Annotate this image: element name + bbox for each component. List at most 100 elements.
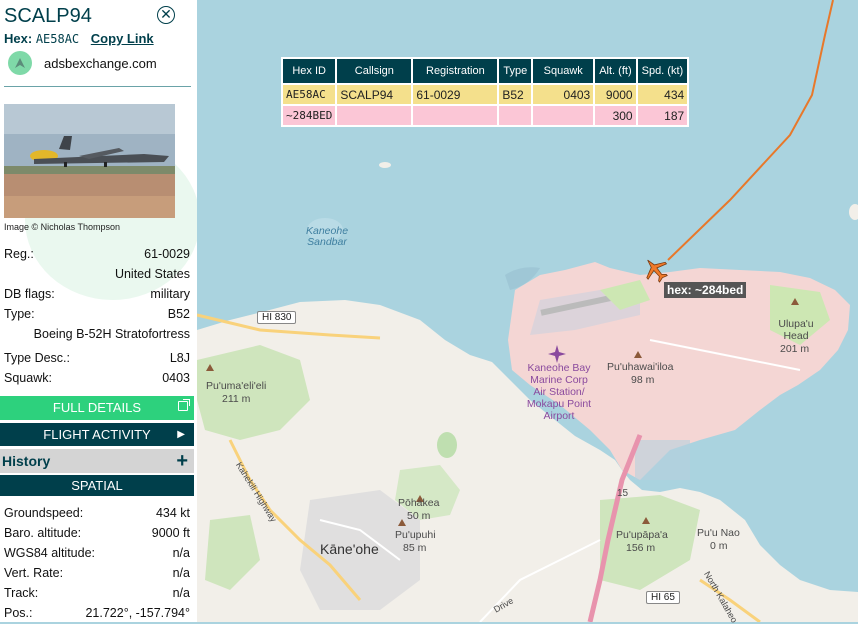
- detail-value: military: [150, 287, 190, 301]
- map-label-puunao: Pu'u Nao: [697, 527, 740, 539]
- spatial-wgs84-altitude: WGS84 altitude: n/a: [4, 546, 190, 560]
- road-shield-hi65: HI 65: [646, 591, 680, 604]
- map-label-kaneohe-sandbar: Kaneohe Sandbar: [306, 225, 349, 248]
- spatial-key: WGS84 altitude:: [4, 546, 96, 560]
- detail-key: Reg.:: [4, 247, 34, 261]
- detail-value: 61-0029: [144, 247, 190, 261]
- full-details-button[interactable]: FULL DETAILS: [0, 396, 194, 420]
- chevron-right-icon: ▶: [177, 429, 185, 440]
- spatial-position: Pos.: 21.722°, -157.794°: [4, 606, 190, 620]
- history-section-toggle[interactable]: History +: [0, 449, 194, 473]
- map-label-airport: Kaneohe Bay Marine Corp Air Station/ Mok…: [526, 362, 592, 422]
- spatial-value: n/a: [172, 546, 190, 560]
- header-altitude[interactable]: Alt. (ft): [593, 57, 638, 85]
- flight-activity-button[interactable]: FLIGHT ACTIVITY ▶: [0, 423, 194, 446]
- detail-db-flags: DB flags: military: [4, 287, 190, 301]
- detail-key: DB flags:: [4, 287, 55, 301]
- spatial-section-header[interactable]: SPATIAL: [0, 475, 194, 496]
- history-label: History: [2, 453, 51, 469]
- close-icon[interactable]: ✕: [157, 6, 175, 24]
- spatial-key: Baro. altitude:: [4, 526, 82, 540]
- cell-squawk: [531, 104, 596, 127]
- header-type[interactable]: Type: [497, 57, 534, 85]
- aircraft-marker-icon[interactable]: [641, 255, 671, 285]
- map-label-puumaelei-elev: 211 m: [222, 393, 251, 405]
- map-label-puumaelei: Pu'uma'eli'eli: [206, 380, 267, 392]
- cell-altitude: 300: [593, 104, 638, 127]
- cell-altitude: 9000: [593, 83, 638, 106]
- header-speed[interactable]: Spd. (kt): [635, 57, 690, 85]
- external-link-icon: [178, 399, 190, 411]
- header-registration[interactable]: Registration: [411, 57, 500, 85]
- detail-value: B52: [167, 307, 190, 321]
- header-hex-id[interactable]: Hex ID: [280, 57, 338, 85]
- aircraft-photo[interactable]: [4, 104, 175, 218]
- detail-type-desc: Type Desc.: L8J: [4, 351, 190, 365]
- cell-type: B52: [497, 83, 534, 106]
- map-label-ulupau: Ulupa'u Head: [778, 318, 814, 342]
- detail-squawk: Squawk: 0403: [4, 371, 190, 385]
- copy-link[interactable]: Copy Link: [91, 31, 154, 46]
- cell-hex: ~284BED: [280, 104, 338, 127]
- cell-type: [497, 104, 534, 127]
- spatial-key: Vert. Rate:: [4, 566, 64, 580]
- map-label-puupapaa-elev: 156 m: [626, 542, 656, 554]
- divider: [4, 86, 191, 87]
- road-shield-hi830: HI 830: [257, 311, 297, 324]
- detail-type: Type: B52: [4, 307, 190, 321]
- header-squawk[interactable]: Squawk: [531, 57, 596, 85]
- cell-callsign: [335, 104, 414, 127]
- map-label-puupuhi: Pu'upuhi: [395, 529, 436, 541]
- map-label-ulupau-elev: 201 m: [780, 343, 810, 355]
- full-details-label: FULL DETAILS: [52, 400, 142, 415]
- cell-registration: [411, 104, 500, 127]
- table-row[interactable]: AE58AC SCALP94 61-0029 B52 0403 9000 434: [280, 83, 690, 106]
- map-label-route15: 15: [617, 488, 629, 499]
- flight-activity-label: FLIGHT ACTIVITY: [43, 427, 151, 442]
- detail-registration: Reg.: 61-0029: [4, 247, 190, 261]
- spatial-value: 9000 ft: [151, 526, 190, 540]
- map-label-puupuhi-elev: 85 m: [403, 542, 427, 554]
- detail-type-name: Boeing B-52H Stratofortress: [33, 327, 190, 341]
- detail-key: Type Desc.:: [4, 351, 70, 365]
- map-label-puuhawaiiloa: Pu'uhawai'iloa: [607, 361, 674, 373]
- map-label-kaneohe: Kāne'ohe: [320, 541, 379, 557]
- map-label-puunao-elev: 0 m: [710, 540, 728, 552]
- cell-speed: 434: [635, 83, 690, 106]
- cell-speed: 187: [635, 104, 690, 127]
- detail-country: United States: [114, 267, 190, 281]
- header-callsign[interactable]: Callsign: [335, 57, 414, 85]
- spatial-value: 434 kt: [155, 506, 190, 520]
- cell-squawk: 0403: [531, 83, 596, 106]
- table-row[interactable]: ~284BED 300 187: [280, 104, 690, 127]
- spatial-groundspeed: Groundspeed: 434 kt: [4, 506, 190, 520]
- photo-credit: Image © Nicholas Thompson: [4, 222, 121, 232]
- cell-hex: AE58AC: [280, 83, 338, 106]
- cell-registration: 61-0029: [411, 83, 500, 106]
- spatial-value: n/a: [172, 586, 190, 600]
- detail-value: L8J: [169, 351, 190, 365]
- hex-label: Hex:: [4, 31, 33, 46]
- spatial-value: n/a: [172, 566, 190, 580]
- source-row[interactable]: adsbexchange.com: [8, 51, 157, 75]
- spatial-key: Pos.:: [4, 606, 33, 620]
- aircraft-sidebar: SCALP94 ✕ Hex: AE58AC Copy Link adsbexch…: [0, 0, 197, 622]
- hex-line: Hex: AE58AC Copy Link: [4, 31, 154, 46]
- spatial-key: Track:: [4, 586, 39, 600]
- map-label-puuhawaiiloa-elev: 98 m: [631, 374, 655, 386]
- detail-value: 0403: [162, 371, 190, 385]
- map-label-pohakea: Pōhakea: [398, 497, 440, 509]
- map-label-pohakea-elev: 50 m: [407, 510, 431, 522]
- spatial-track: Track: n/a: [4, 586, 190, 600]
- aircraft-table: Hex ID Callsign Registration Type Squawk…: [280, 57, 690, 127]
- spatial-baro-altitude: Baro. altitude: 9000 ft: [4, 526, 190, 540]
- aircraft-callsign: SCALP94: [4, 5, 92, 27]
- hex-value: AE58AC: [35, 32, 80, 46]
- spatial-key: Groundspeed:: [4, 506, 84, 520]
- cell-callsign: SCALP94: [335, 83, 414, 106]
- detail-key: Squawk:: [4, 371, 52, 385]
- adsbx-logo-icon: [8, 51, 32, 75]
- detail-key: Type:: [4, 307, 35, 321]
- spatial-vert-rate: Vert. Rate: n/a: [4, 566, 190, 580]
- spatial-value: 21.722°, -157.794°: [85, 606, 190, 620]
